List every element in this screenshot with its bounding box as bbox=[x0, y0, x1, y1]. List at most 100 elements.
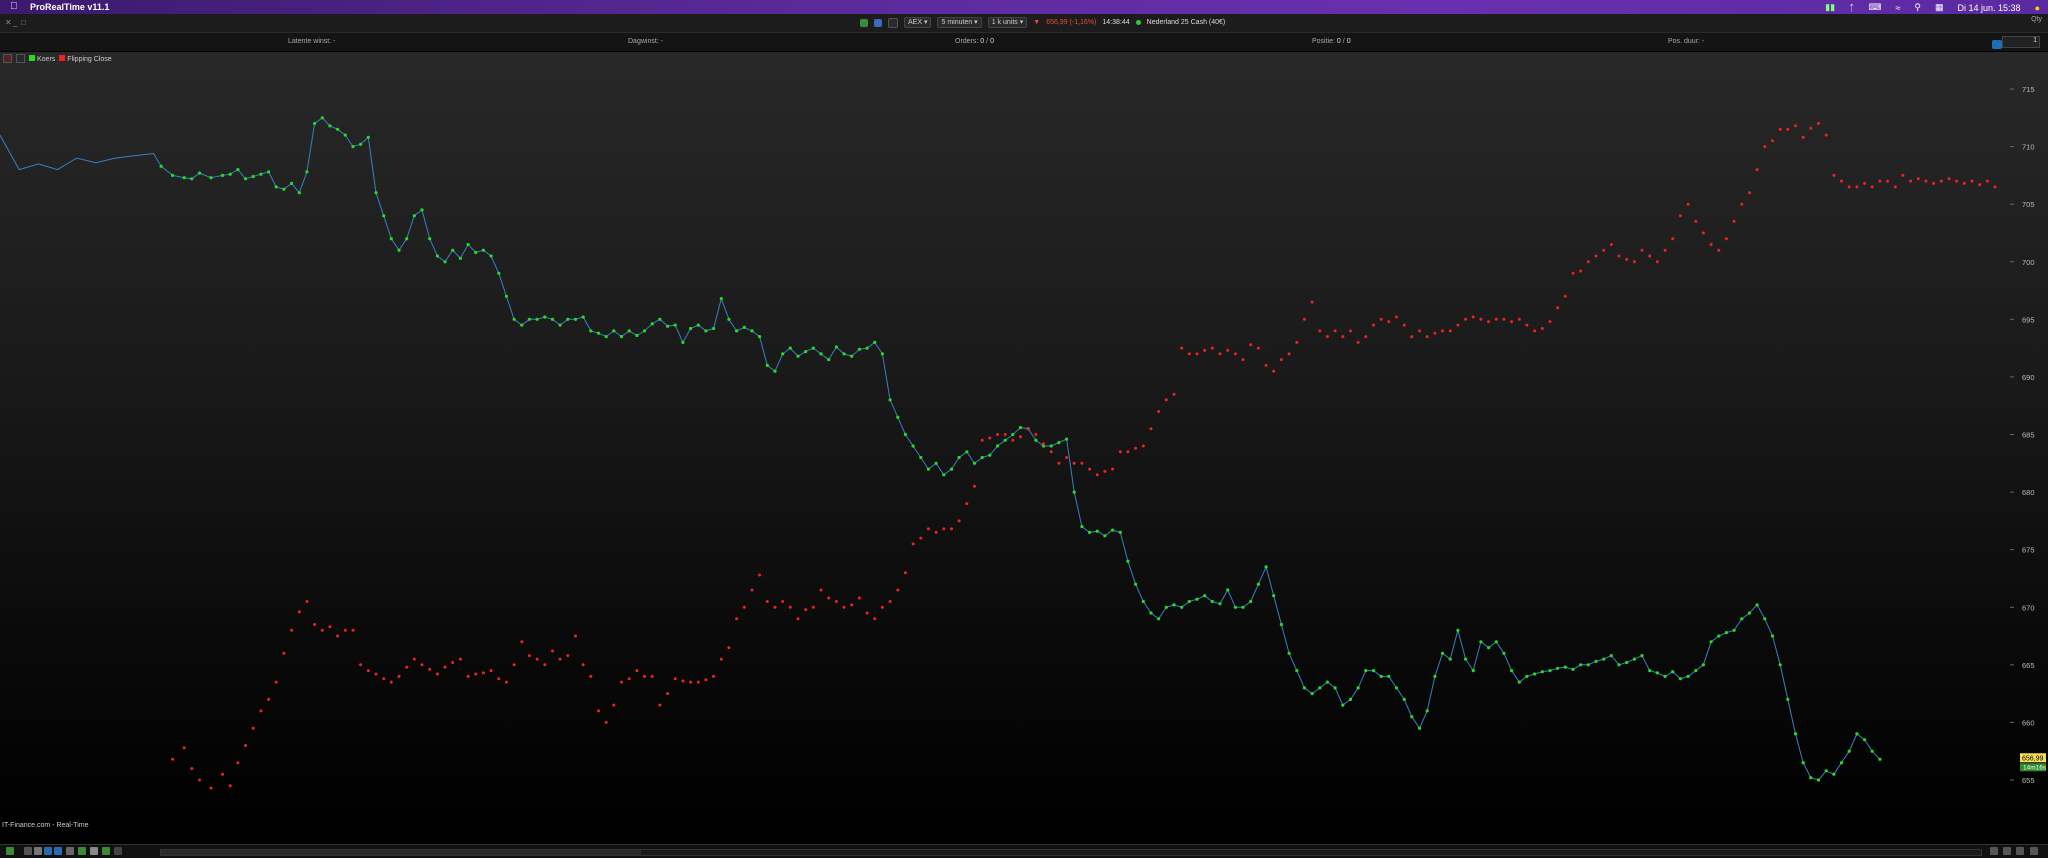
position-summary[interactable]: Positie: 0 / 0 bbox=[1312, 38, 1351, 45]
flipping-point bbox=[1724, 237, 1728, 241]
battery-icon[interactable]: ▮▮ bbox=[1825, 2, 1835, 13]
legend-flipping[interactable]: Flipping Close bbox=[59, 54, 112, 63]
flipping-point bbox=[1571, 271, 1575, 275]
flipping-point bbox=[681, 679, 685, 683]
koers-point bbox=[765, 363, 769, 367]
fit-icon[interactable] bbox=[2030, 847, 2038, 855]
flipping-point bbox=[420, 663, 424, 667]
flipping-point bbox=[1778, 127, 1782, 131]
close-icon[interactable]: ✕ bbox=[5, 18, 12, 27]
latent-profit: Latente winst: - bbox=[288, 38, 336, 45]
koers-point bbox=[1157, 617, 1161, 621]
koers-point bbox=[220, 173, 225, 177]
screenshot-icon[interactable] bbox=[90, 847, 98, 855]
flipping-point bbox=[1233, 352, 1237, 356]
order-ticket-button[interactable] bbox=[1992, 40, 2002, 49]
app-title[interactable]: ProRealTime v11.1 bbox=[30, 2, 109, 12]
wifi-icon[interactable]: ≈ bbox=[1895, 3, 1900, 13]
indicator-icon[interactable] bbox=[78, 847, 86, 855]
flipping-point bbox=[198, 778, 201, 782]
flipping-point bbox=[574, 634, 577, 638]
flipping-point bbox=[765, 600, 769, 603]
bluetooth-icon[interactable]: ᛏ bbox=[1849, 3, 1854, 13]
flipping-point bbox=[1579, 269, 1583, 273]
koers-point bbox=[313, 121, 317, 126]
orders-count: 0 bbox=[980, 38, 985, 45]
koers-point bbox=[696, 323, 700, 327]
search-icon[interactable]: ⚲ bbox=[1914, 2, 1921, 13]
zoom-out-icon[interactable] bbox=[1990, 847, 1998, 855]
koers-point bbox=[1686, 674, 1690, 679]
koers-point bbox=[1740, 617, 1744, 621]
text-tool-icon[interactable] bbox=[66, 847, 74, 855]
koers-point bbox=[1118, 530, 1122, 534]
popout-icon[interactable]: □ bbox=[21, 18, 26, 27]
koers-point bbox=[1180, 605, 1184, 609]
chart-scrollbar[interactable] bbox=[160, 849, 1982, 856]
flipping-point bbox=[850, 603, 854, 607]
flipping-point bbox=[1517, 317, 1521, 321]
flipping-point bbox=[458, 657, 462, 661]
flipping-point bbox=[1026, 427, 1030, 431]
minimize-icon[interactable]: _ bbox=[13, 18, 17, 27]
zoom-select-icon[interactable] bbox=[44, 847, 52, 855]
koers-point bbox=[382, 214, 386, 218]
flipping-point bbox=[313, 623, 317, 626]
market-name[interactable]: Nederland 25 Cash (40€) bbox=[1147, 19, 1226, 26]
flipping-point bbox=[934, 530, 938, 534]
pencil-icon[interactable] bbox=[6, 847, 14, 855]
control-center-icon[interactable]: ▦ bbox=[1935, 2, 1944, 13]
koers-point bbox=[236, 168, 240, 172]
timeframe-select[interactable]: 5 minuten ▾ bbox=[937, 17, 982, 28]
flipping-point bbox=[320, 628, 324, 632]
flipping-point bbox=[1632, 260, 1636, 264]
chart-canvas[interactable]: 715 710 705 700 695 690 685 680 675 670 665 660 655 6… bbox=[0, 52, 2048, 830]
units-select[interactable]: 1 k units ▾ bbox=[987, 17, 1028, 28]
zoom-in-icon[interactable] bbox=[2003, 847, 2011, 855]
instrument-select[interactable]: AEX ▾ bbox=[904, 17, 932, 28]
crosshair-icon[interactable] bbox=[34, 847, 42, 855]
apple-icon[interactable]:  bbox=[10, 1, 18, 12]
keyboard-icon[interactable]: ⌨ bbox=[1868, 2, 1881, 13]
flipping-point bbox=[405, 665, 409, 669]
flipping-point bbox=[704, 678, 708, 682]
koers-point bbox=[627, 329, 631, 333]
trendline-icon[interactable] bbox=[54, 847, 62, 855]
flipping-point bbox=[1425, 335, 1429, 339]
koers-point bbox=[1540, 670, 1544, 674]
flipping-point bbox=[1809, 126, 1813, 130]
flipping-point bbox=[1272, 369, 1276, 373]
layout-icon[interactable] bbox=[874, 18, 882, 27]
alert-icon[interactable] bbox=[102, 847, 110, 855]
orders-summary[interactable]: Orders: 0 / 0 bbox=[955, 38, 994, 45]
zoom-reset-icon[interactable] bbox=[2016, 847, 2024, 855]
koers-point bbox=[1847, 749, 1851, 753]
flipping-point bbox=[1717, 248, 1721, 252]
qty-input[interactable]: 1 bbox=[2002, 36, 2040, 48]
koers-point bbox=[435, 254, 439, 258]
flipping-point bbox=[620, 680, 623, 684]
trade-icon[interactable] bbox=[114, 847, 122, 855]
flipping-point bbox=[1111, 467, 1115, 471]
close-indicator-icon[interactable] bbox=[3, 54, 12, 63]
koers-point bbox=[1141, 599, 1145, 604]
flipping-point bbox=[719, 657, 723, 661]
cursor-icon[interactable] bbox=[24, 847, 32, 855]
flipping-point bbox=[650, 674, 654, 678]
koers-point bbox=[359, 142, 363, 146]
flipping-point bbox=[1241, 358, 1245, 362]
data-source-label: IT-Finance.com - Real-Time bbox=[2, 822, 89, 829]
notification-icon[interactable]: ● bbox=[2035, 3, 2040, 13]
price-chart[interactable]: 715 710 705 700 695 690 685 680 675 670 665 660 655 6… bbox=[0, 52, 2048, 830]
scrollbar-thumb[interactable] bbox=[161, 850, 641, 855]
flipping-point bbox=[1916, 177, 1920, 181]
koers-point bbox=[1602, 657, 1606, 661]
legend-koers[interactable]: Koers bbox=[29, 54, 55, 63]
koers-point bbox=[811, 346, 815, 350]
clock-icon[interactable] bbox=[888, 17, 898, 28]
koers-point bbox=[804, 350, 808, 354]
settings-icon[interactable] bbox=[16, 54, 25, 63]
chart-type-icon[interactable] bbox=[860, 18, 868, 27]
menubar-datetime[interactable]: Di 14 jun. 15:38 bbox=[1958, 3, 2021, 13]
flipping-point bbox=[827, 596, 831, 600]
